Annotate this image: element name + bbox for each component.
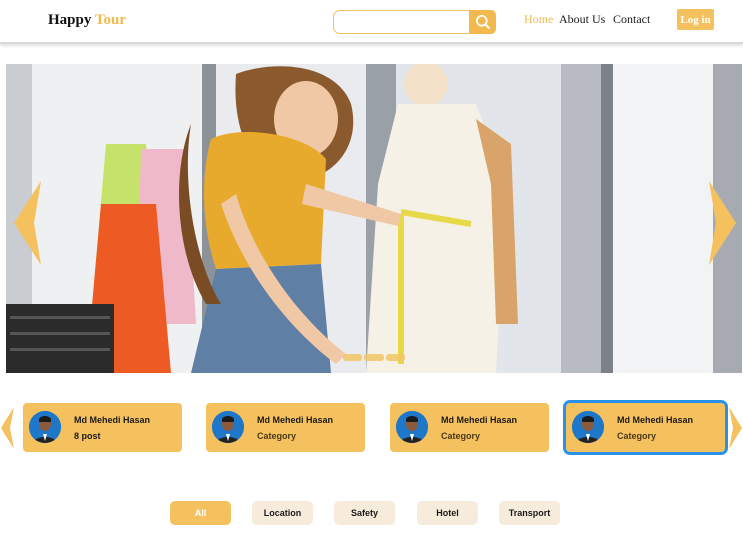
card-author-name: Md Mehedi Hasan [617, 415, 694, 425]
nav-about-link[interactable]: About Us [559, 12, 605, 27]
avatar [396, 411, 428, 443]
brand-logo[interactable]: Happy Tour [48, 12, 126, 29]
slide-indicator[interactable] [343, 354, 363, 361]
author-card[interactable]: Md Mehedi Hasan Category [390, 403, 549, 452]
search-button[interactable] [469, 10, 496, 34]
slide-indicator[interactable] [385, 354, 405, 361]
search-icon [475, 15, 490, 29]
top-navbar: Happy Tour Home About Us Contact Log in [0, 0, 743, 44]
author-card[interactable]: Md Mehedi Hasan Category [206, 403, 365, 452]
slide-indicator[interactable] [364, 354, 384, 361]
avatar [572, 411, 604, 443]
filter-safety-button[interactable]: Safety [334, 501, 395, 525]
avatar-portrait [29, 411, 61, 443]
card-post-count: 8 post [74, 431, 101, 441]
cards-next-chevron-right-icon[interactable] [729, 407, 742, 449]
avatar [29, 411, 61, 443]
search-input[interactable] [333, 10, 473, 34]
hero-image [6, 64, 742, 373]
author-card[interactable]: Md Mehedi Hasan 8 post [23, 403, 182, 452]
search-bar [333, 10, 496, 34]
card-author-name: Md Mehedi Hasan [441, 415, 518, 425]
card-category: Category [441, 431, 481, 441]
hero-next-chevron-right-icon[interactable] [708, 181, 736, 265]
hero-prev-chevron-left-icon[interactable] [14, 181, 42, 265]
avatar-portrait [396, 411, 428, 443]
cards-prev-chevron-left-icon[interactable] [1, 407, 14, 449]
avatar [212, 411, 244, 443]
brand-name-part2: Tour [94, 12, 126, 28]
filter-hotel-button[interactable]: Hotel [417, 501, 478, 525]
avatar-portrait [212, 411, 244, 443]
brand-name-part1: Happy [48, 12, 92, 28]
avatar-portrait [572, 411, 604, 443]
card-category: Category [257, 431, 297, 441]
filter-all-button[interactable]: All [170, 501, 231, 525]
card-author-name: Md Mehedi Hasan [74, 415, 151, 425]
nav-contact-link[interactable]: Contact [613, 12, 650, 27]
filter-transport-button[interactable]: Transport [499, 501, 560, 525]
card-author-name: Md Mehedi Hasan [257, 415, 334, 425]
hero-carousel [6, 64, 742, 373]
card-category: Category [617, 431, 657, 441]
filter-location-button[interactable]: Location [252, 501, 313, 525]
slide-indicators [343, 354, 405, 361]
nav-home-link[interactable]: Home [524, 12, 553, 27]
author-card-selected[interactable]: Md Mehedi Hasan Category [563, 400, 728, 455]
login-button[interactable]: Log in [677, 9, 714, 30]
